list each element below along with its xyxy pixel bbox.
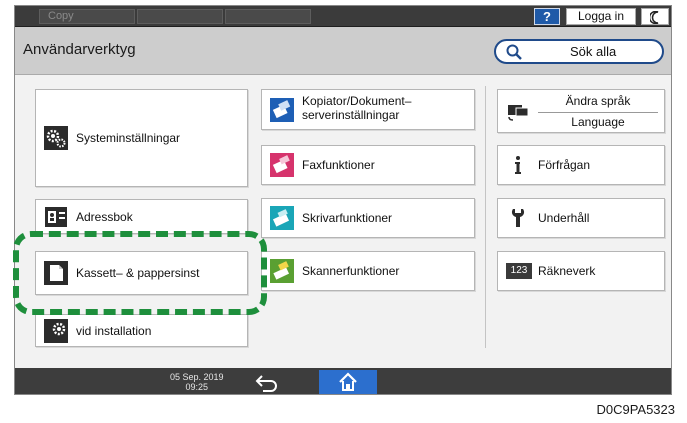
fax-settings-button[interactable]: Faxfunktioner (261, 145, 475, 185)
installation-label: vid installation (76, 323, 152, 338)
copier-settings-button[interactable]: Kopiator/Dokument– serverinställningar (261, 89, 475, 130)
title-bar: Användarverktyg Sök alla (15, 27, 671, 75)
maintenance-label: Underhåll (538, 211, 590, 225)
paper-icon (44, 261, 68, 285)
home-button[interactable] (319, 370, 377, 394)
tab-empty-2[interactable] (225, 9, 311, 24)
copier-settings-line2: serverinställningar (302, 108, 400, 122)
installation-settings-button[interactable]: vid installation (35, 314, 248, 347)
change-language-label: Ändra språk (565, 94, 631, 108)
fax-settings-label: Faxfunktioner (302, 158, 375, 172)
wrench-icon (511, 209, 525, 227)
control-panel-screen: Copy ? Logga in Användarverktyg Sök alla (14, 5, 672, 395)
counter-label: Räkneverk (538, 264, 596, 278)
energy-saver-button[interactable] (641, 8, 669, 25)
scanner-settings-label: Skannerfunktioner (302, 264, 400, 278)
login-button[interactable]: Logga in (566, 8, 636, 25)
installation-icon (44, 318, 68, 343)
counter-button[interactable]: 123 Räkneverk (497, 251, 665, 291)
top-bar: Copy ? Logga in (15, 6, 671, 27)
scanner-settings-button[interactable]: Skannerfunktioner (261, 251, 475, 291)
change-language-button[interactable]: Ändra språk Language (497, 89, 665, 133)
language-switch-icon (508, 105, 529, 121)
date-text: 05 Sep. 2019 (170, 372, 224, 382)
printer-icon (270, 206, 294, 230)
bottom-bar: 05 Sep. 2019 09:25 (15, 368, 671, 394)
maintenance-button[interactable]: Underhåll (497, 198, 665, 238)
column-divider (485, 86, 486, 348)
copier-icon (270, 97, 294, 122)
scanner-icon (270, 259, 294, 283)
date-time-display: 05 Sep. 2019 09:25 (170, 372, 224, 392)
search-all-label: Sök alla (570, 44, 617, 59)
address-book-label: Adressbok (76, 209, 133, 224)
tray-paper-settings-button[interactable]: Kassett– & pappersinst (35, 251, 248, 295)
address-book-icon (45, 206, 67, 227)
search-all-button[interactable]: Sök alla (494, 39, 664, 64)
search-icon (506, 44, 522, 60)
printer-settings-button[interactable]: Skrivarfunktioner (261, 198, 475, 238)
system-settings-label: Systeminställningar (76, 131, 181, 145)
fax-icon (270, 153, 294, 177)
tab-empty-1[interactable] (137, 9, 223, 24)
inquiry-label: Förfrågan (538, 158, 591, 172)
system-settings-button[interactable]: Systeminställningar (35, 89, 248, 187)
help-button[interactable]: ? (534, 8, 560, 25)
copier-settings-label: Kopiator/Dokument– serverinställningar (302, 94, 411, 122)
copier-settings-line1: Kopiator/Dokument– (302, 94, 412, 108)
gears-icon (44, 126, 68, 150)
printer-settings-label: Skrivarfunktioner (302, 211, 393, 225)
time-text: 09:25 (185, 382, 209, 392)
inquiry-button[interactable]: Förfrågan (497, 145, 665, 185)
address-book-button[interactable]: Adressbok (35, 199, 248, 234)
tray-paper-settings-label: Kassett– & pappersinst (76, 266, 200, 280)
home-icon (339, 372, 357, 391)
language-label: Language (538, 112, 658, 129)
moon-icon (650, 11, 659, 24)
back-button[interactable] (251, 372, 285, 392)
tab-copy[interactable]: Copy (39, 9, 135, 24)
page-title: Användarverktyg (23, 41, 136, 58)
info-icon (515, 156, 521, 174)
counter-icon: 123 (506, 263, 532, 279)
figure-caption: D0C9PA5323 (596, 402, 675, 417)
back-arrow-icon (255, 375, 277, 392)
